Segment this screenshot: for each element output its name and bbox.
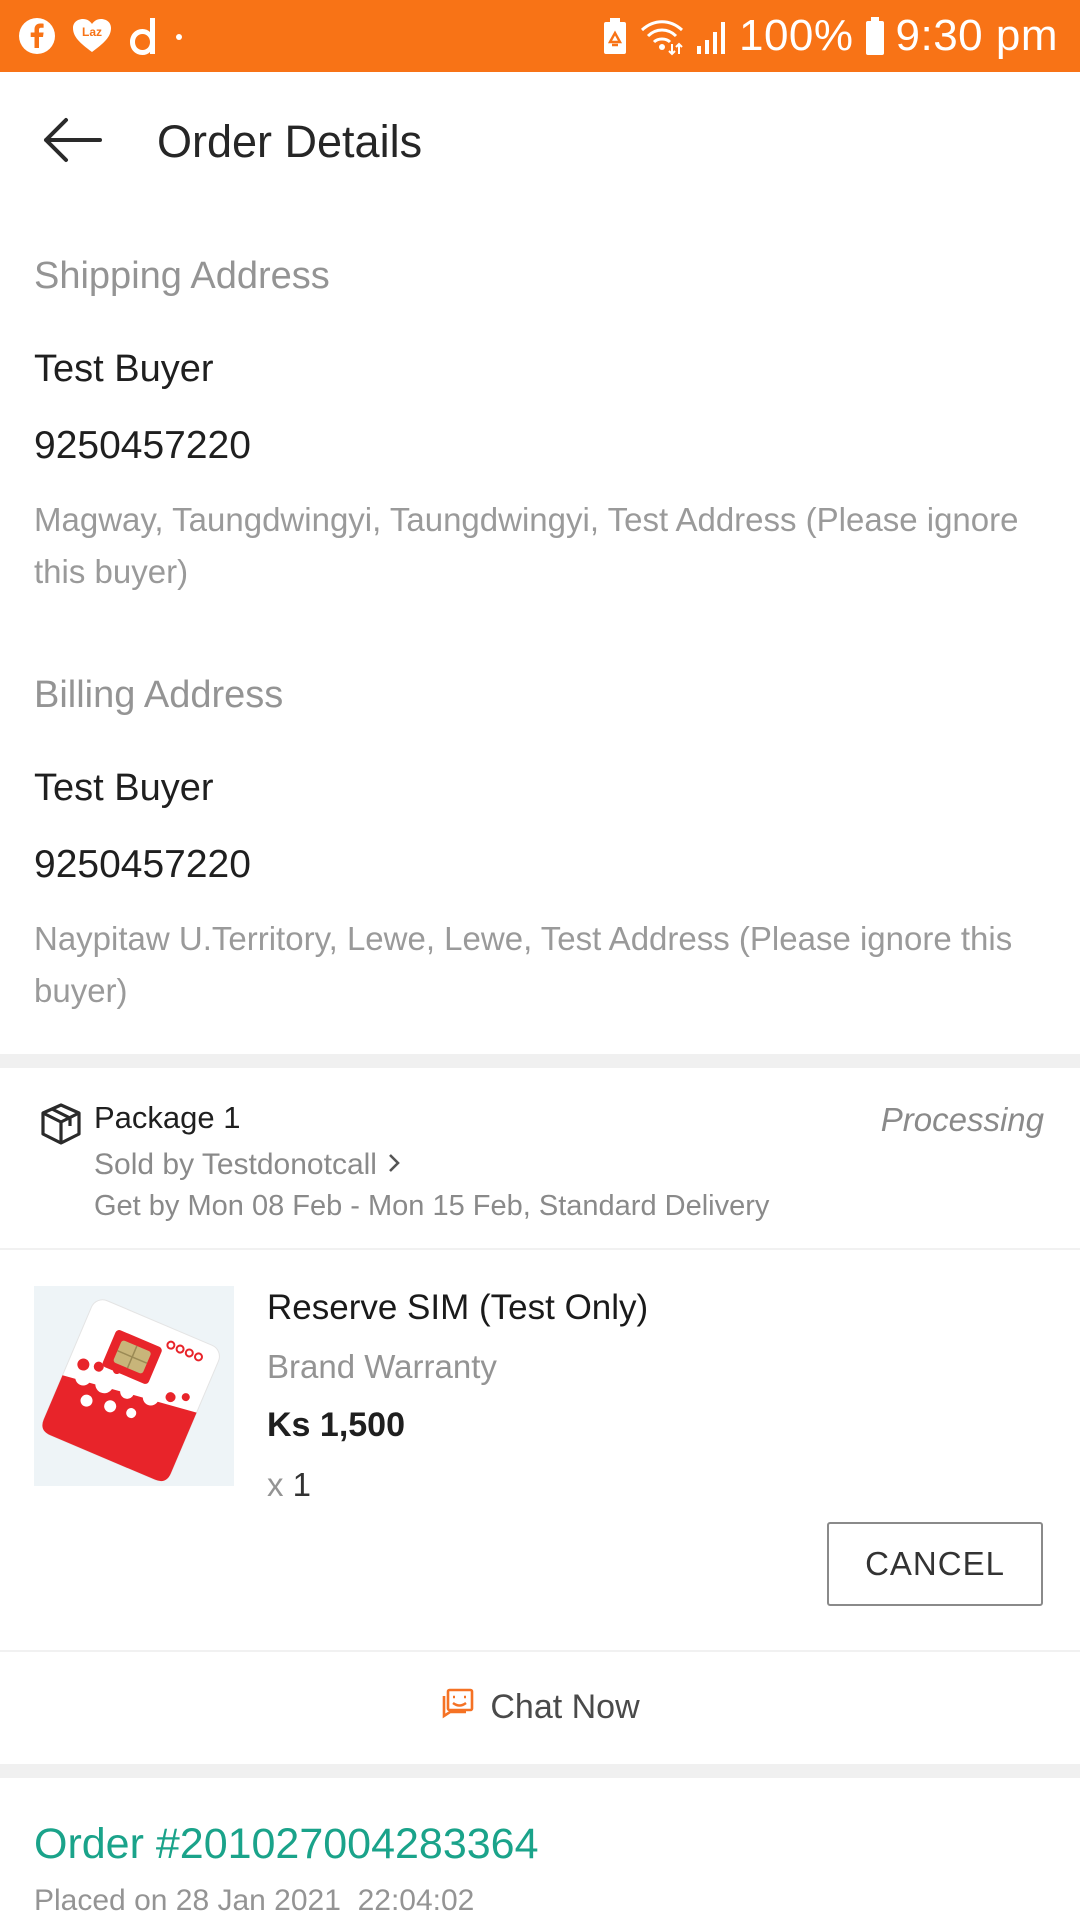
dot-icon <box>172 29 186 43</box>
shipping-phone: 9250457220 <box>34 424 251 467</box>
app-bar: Order Details <box>0 72 1080 210</box>
product-name[interactable]: Reserve SIM (Test Only) <box>267 1288 648 1328</box>
arrow-back-icon <box>42 116 102 169</box>
order-placed-date: Placed on 28 Jan 2021 22:04:02 <box>34 1884 475 1917</box>
delivery-estimate: Get by Mon 08 Feb - Mon 15 Feb, Standard… <box>94 1190 770 1222</box>
quantity-value: 1 <box>292 1466 312 1503</box>
clock: 9:30 pm <box>895 11 1058 60</box>
billing-phone: 9250457220 <box>34 843 251 886</box>
line-divider <box>0 1248 1080 1250</box>
order-number: Order #201027004283364 <box>34 1820 539 1868</box>
quantity-prefix: x <box>267 1466 284 1503</box>
svg-text:Laz: Laz <box>82 25 102 39</box>
billing-name: Test Buyer <box>34 767 214 809</box>
billing-address-label: Billing Address <box>34 674 284 716</box>
signal-icon <box>695 16 729 56</box>
chat-icon <box>440 1688 476 1727</box>
facebook-icon <box>18 17 56 55</box>
package-title: Package 1 <box>94 1100 241 1135</box>
billing-address: Naypitaw U.Territory, Lewe, Lewe, Test A… <box>34 920 1013 1009</box>
battery-icon <box>864 15 886 57</box>
section-divider <box>0 1764 1080 1778</box>
chat-now-label: Chat Now <box>490 1687 640 1726</box>
product-quantity: x 1 <box>267 1466 311 1504</box>
shipping-address-label: Shipping Address <box>34 255 330 297</box>
status-left-icons: Laz <box>18 14 186 58</box>
product-price: Ks 1,500 <box>267 1406 405 1444</box>
shipping-address: Magway, Taungdwingyi, Taungdwingyi, Test… <box>34 501 1019 590</box>
shipping-name: Test Buyer <box>34 348 214 390</box>
wifi-icon <box>639 16 685 56</box>
seller-link[interactable]: Sold by Testdonotcall <box>94 1148 401 1182</box>
cancel-button[interactable]: CANCEL <box>827 1522 1043 1606</box>
d-app-icon <box>128 16 158 56</box>
product-image[interactable] <box>34 1286 234 1486</box>
seller-name: Sold by Testdonotcall <box>94 1148 377 1181</box>
chevron-right-icon <box>387 1152 401 1179</box>
page-title: Order Details <box>157 116 423 167</box>
status-bar: Laz 100% 9:30 pm <box>0 0 1080 72</box>
section-divider <box>0 1054 1080 1068</box>
product-warranty: Brand Warranty <box>267 1348 497 1385</box>
chat-now-button[interactable]: Chat Now <box>0 1652 1080 1762</box>
battery-saver-icon <box>601 16 629 56</box>
back-button[interactable] <box>28 108 116 176</box>
battery-percent: 100% <box>738 11 854 60</box>
status-right-icons: 100% 9:30 pm <box>601 8 1058 64</box>
package-status: Processing <box>880 1101 1044 1138</box>
lazada-icon: Laz <box>70 17 114 55</box>
package-box-icon <box>40 1102 82 1146</box>
